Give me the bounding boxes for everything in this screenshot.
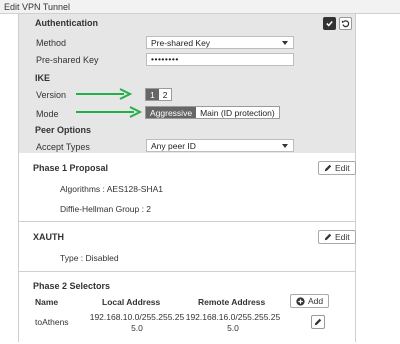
ike-heading: IKE	[35, 73, 51, 83]
arrow-pointer-icon	[76, 106, 143, 118]
phase1-algorithms: Algorithms : AES128-SHA1	[60, 184, 163, 194]
phase2-add-button[interactable]: Add	[290, 294, 330, 308]
phase1-dh-group: Diffie-Hellman Group : 2	[60, 204, 152, 214]
xauth-heading: XAUTH	[33, 232, 64, 242]
authentication-panel: Authentication Method Pre-shared Key Pre…	[18, 14, 356, 153]
version-option-2[interactable]: 2	[159, 89, 172, 100]
xauth-edit-button[interactable]: Edit	[318, 230, 356, 244]
chevron-down-icon	[282, 144, 288, 148]
column-header-local-address: Local Address	[102, 297, 161, 307]
pencil-icon	[314, 318, 322, 326]
version-label: Version	[36, 90, 67, 100]
mode-label: Mode	[36, 109, 59, 119]
phase1-edit-label: Edit	[335, 163, 350, 173]
accept-types-label: Accept Types	[36, 142, 90, 152]
plus-circle-icon	[296, 296, 305, 306]
check-icon	[326, 20, 333, 27]
row-name: toAthens	[35, 317, 69, 327]
pencil-icon	[324, 164, 332, 172]
window-title: Edit VPN Tunnel	[4, 2, 71, 12]
authentication-heading: Authentication	[35, 18, 98, 28]
mode-option-main[interactable]: Main (ID protection)	[196, 107, 279, 118]
window-titlebar: Edit VPN Tunnel	[0, 0, 400, 14]
xauth-edit-label: Edit	[335, 232, 350, 242]
chevron-down-icon	[282, 41, 288, 45]
xauth-type: Type : Disabled	[60, 253, 119, 263]
psk-input[interactable]: ••••••••	[146, 53, 294, 66]
version-toggle: 1 2	[145, 88, 173, 101]
column-header-name: Name	[35, 297, 59, 307]
method-label: Method	[36, 38, 67, 48]
phase2-section: Phase 2 Selectors Name Local Address Rem…	[18, 272, 356, 342]
pencil-icon	[324, 233, 332, 241]
apply-button[interactable]	[323, 17, 336, 30]
psk-label: Pre-shared Key	[36, 55, 99, 65]
undo-icon	[341, 20, 350, 28]
row-remote-address-line2: 5.0	[227, 323, 239, 333]
version-option-1[interactable]: 1	[146, 89, 159, 100]
phase2-heading: Phase 2 Selectors	[33, 281, 111, 291]
mode-toggle: Aggressive Main (ID protection)	[145, 106, 280, 119]
row-edit-button[interactable]	[311, 315, 325, 329]
phase2-add-label: Add	[308, 296, 324, 306]
peer-options-heading: Peer Options	[35, 125, 92, 135]
column-header-remote-address: Remote Address	[198, 297, 266, 307]
method-value: Pre-shared Key	[151, 38, 211, 48]
phase1-section: Phase 1 Proposal Edit Algorithms : AES12…	[18, 153, 356, 222]
arrow-pointer-icon	[76, 88, 133, 100]
phase1-heading: Phase 1 Proposal	[33, 163, 109, 173]
revert-button[interactable]	[339, 17, 352, 30]
phase1-edit-button[interactable]: Edit	[318, 161, 356, 175]
row-remote-address-line1: 192.168.16.0/255.255.25	[185, 312, 281, 322]
mode-option-aggressive[interactable]: Aggressive	[146, 107, 197, 118]
accept-types-select[interactable]: Any peer ID	[146, 139, 294, 152]
xauth-section: XAUTH Edit Type : Disabled	[18, 222, 356, 272]
accept-types-value: Any peer ID	[151, 141, 196, 151]
method-select[interactable]: Pre-shared Key	[146, 36, 294, 49]
